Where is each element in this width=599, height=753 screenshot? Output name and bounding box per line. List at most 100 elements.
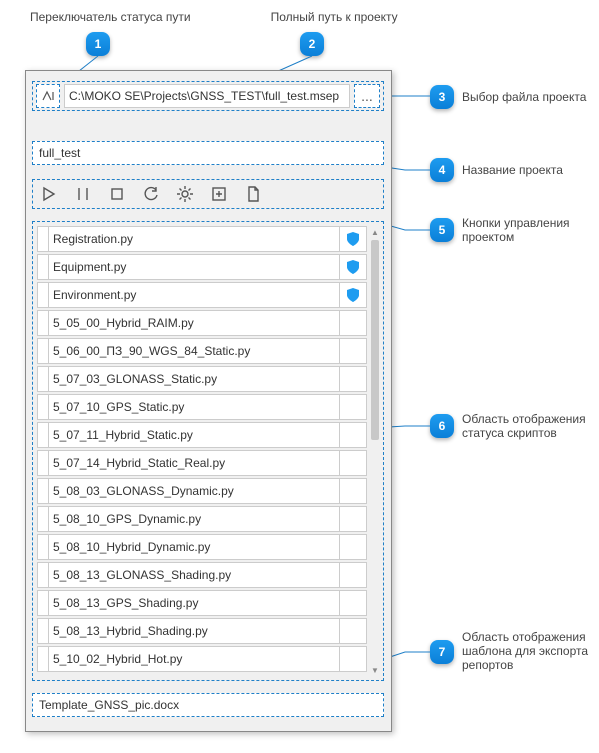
script-status-cell xyxy=(340,282,367,308)
script-handle[interactable] xyxy=(37,590,49,616)
script-status-cell xyxy=(340,422,367,448)
script-name: 5_06_00_ПЗ_90_WGS_84_Static.py xyxy=(49,338,340,364)
stop-button[interactable] xyxy=(105,182,129,206)
script-handle[interactable] xyxy=(37,646,49,672)
script-row[interactable]: 5_08_13_GLONASS_Shading.py xyxy=(37,562,367,588)
callout-badge-6: 6 xyxy=(430,414,454,438)
project-panel: C:\MOKO SE\Projects\GNSS_TEST\full_test.… xyxy=(25,70,392,732)
script-status-cell xyxy=(340,618,367,644)
script-row[interactable]: 5_07_11_Hybrid_Static.py xyxy=(37,422,367,448)
settings-button[interactable] xyxy=(173,182,197,206)
shield-icon xyxy=(347,288,359,302)
script-name: 5_07_03_GLONASS_Static.py xyxy=(49,366,340,392)
callout-badge-5: 5 xyxy=(430,218,454,242)
script-handle[interactable] xyxy=(37,422,49,448)
script-handle[interactable] xyxy=(37,506,49,532)
script-row[interactable]: 5_08_13_Hybrid_Shading.py xyxy=(37,618,367,644)
shield-icon xyxy=(347,232,359,246)
scroll-down-icon[interactable]: ▼ xyxy=(369,664,381,676)
script-name: Equipment.py xyxy=(49,254,340,280)
script-row[interactable]: 5_08_10_GPS_Dynamic.py xyxy=(37,506,367,532)
script-handle[interactable] xyxy=(37,534,49,560)
script-status-cell xyxy=(340,478,367,504)
callout-4-text: Название проекта xyxy=(462,163,563,177)
script-list-area: Registration.pyEquipment.pyEnvironment.p… xyxy=(32,221,384,681)
script-status-cell xyxy=(340,646,367,672)
callout-3-text: Выбор файла проекта xyxy=(462,90,586,104)
scrollbar[interactable]: ▲ ▼ xyxy=(369,226,381,676)
script-status-cell xyxy=(340,590,367,616)
new-file-button[interactable] xyxy=(241,182,265,206)
project-path-field[interactable]: C:\MOKO SE\Projects\GNSS_TEST\full_test.… xyxy=(64,84,350,108)
callout-7-text: Область отображения шаблона для экспорта… xyxy=(462,630,599,672)
script-handle[interactable] xyxy=(37,226,49,252)
script-row[interactable]: 5_07_03_GLONASS_Static.py xyxy=(37,366,367,392)
script-row[interactable]: 5_07_10_GPS_Static.py xyxy=(37,394,367,420)
script-row[interactable]: 5_06_00_ПЗ_90_WGS_84_Static.py xyxy=(37,338,367,364)
scroll-up-icon[interactable]: ▲ xyxy=(369,226,381,238)
script-handle[interactable] xyxy=(37,394,49,420)
report-template-field[interactable]: Template_GNSS_pic.docx xyxy=(32,693,384,717)
script-row[interactable]: 5_05_00_Hybrid_RAIM.py xyxy=(37,310,367,336)
project-toolbar xyxy=(32,179,384,209)
script-handle[interactable] xyxy=(37,478,49,504)
script-handle[interactable] xyxy=(37,310,49,336)
path-row: C:\MOKO SE\Projects\GNSS_TEST\full_test.… xyxy=(32,81,384,111)
script-row[interactable]: Environment.py xyxy=(37,282,367,308)
callout-badge-7: 7 xyxy=(430,640,454,664)
add-button[interactable] xyxy=(207,182,231,206)
script-name: Registration.py xyxy=(49,226,340,252)
browse-project-button[interactable]: ... xyxy=(354,84,380,108)
script-name: 5_05_00_Hybrid_RAIM.py xyxy=(49,310,340,336)
script-status-cell xyxy=(340,366,367,392)
script-row[interactable]: Registration.py xyxy=(37,226,367,252)
callout-1-text: Переключатель статуса пути xyxy=(30,10,191,24)
callout-6-text: Область отображения статуса скриптов xyxy=(462,412,599,440)
script-name: 5_07_14_Hybrid_Static_Real.py xyxy=(49,450,340,476)
script-status-cell xyxy=(340,534,367,560)
script-handle[interactable] xyxy=(37,562,49,588)
play-button[interactable] xyxy=(37,182,61,206)
script-handle[interactable] xyxy=(37,338,49,364)
script-status-cell xyxy=(340,310,367,336)
script-name: 5_08_13_GPS_Shading.py xyxy=(49,590,340,616)
script-row[interactable]: 5_10_02_Hybrid_Hot.py xyxy=(37,646,367,672)
script-status-cell xyxy=(340,450,367,476)
script-row[interactable]: 5_08_03_GLONASS_Dynamic.py xyxy=(37,478,367,504)
pause-button[interactable] xyxy=(71,182,95,206)
project-name-field[interactable]: full_test xyxy=(32,141,384,165)
callout-2-text: Полный путь к проекту xyxy=(271,10,398,24)
callout-5-text: Кнопки управления проектом xyxy=(462,216,599,244)
callout-badge-2: 2 xyxy=(300,32,324,56)
script-name: 5_08_13_GLONASS_Shading.py xyxy=(49,562,340,588)
script-handle[interactable] xyxy=(37,282,49,308)
script-name: 5_10_02_Hybrid_Hot.py xyxy=(49,646,340,672)
script-name: 5_08_13_Hybrid_Shading.py xyxy=(49,618,340,644)
script-name: 5_07_11_Hybrid_Static.py xyxy=(49,422,340,448)
callout-badge-1: 1 xyxy=(86,32,110,56)
script-status-cell xyxy=(340,226,367,252)
script-handle[interactable] xyxy=(37,450,49,476)
shield-icon xyxy=(347,260,359,274)
script-handle[interactable] xyxy=(37,254,49,280)
script-row[interactable]: 5_08_13_GPS_Shading.py xyxy=(37,590,367,616)
reload-button[interactable] xyxy=(139,182,163,206)
script-status-cell xyxy=(340,338,367,364)
scroll-thumb[interactable] xyxy=(371,240,379,440)
script-status-cell xyxy=(340,254,367,280)
script-status-cell xyxy=(340,506,367,532)
script-name: 5_08_10_Hybrid_Dynamic.py xyxy=(49,534,340,560)
script-status-cell xyxy=(340,562,367,588)
script-row[interactable]: 5_07_14_Hybrid_Static_Real.py xyxy=(37,450,367,476)
callout-badge-3: 3 xyxy=(430,85,454,109)
script-name: 5_08_10_GPS_Dynamic.py xyxy=(49,506,340,532)
script-name: 5_08_03_GLONASS_Dynamic.py xyxy=(49,478,340,504)
script-handle[interactable] xyxy=(37,366,49,392)
callout-badge-4: 4 xyxy=(430,158,454,182)
path-status-toggle[interactable] xyxy=(36,84,60,108)
script-name: 5_07_10_GPS_Static.py xyxy=(49,394,340,420)
script-row[interactable]: 5_08_10_Hybrid_Dynamic.py xyxy=(37,534,367,560)
script-status-cell xyxy=(340,394,367,420)
script-handle[interactable] xyxy=(37,618,49,644)
script-row[interactable]: Equipment.py xyxy=(37,254,367,280)
